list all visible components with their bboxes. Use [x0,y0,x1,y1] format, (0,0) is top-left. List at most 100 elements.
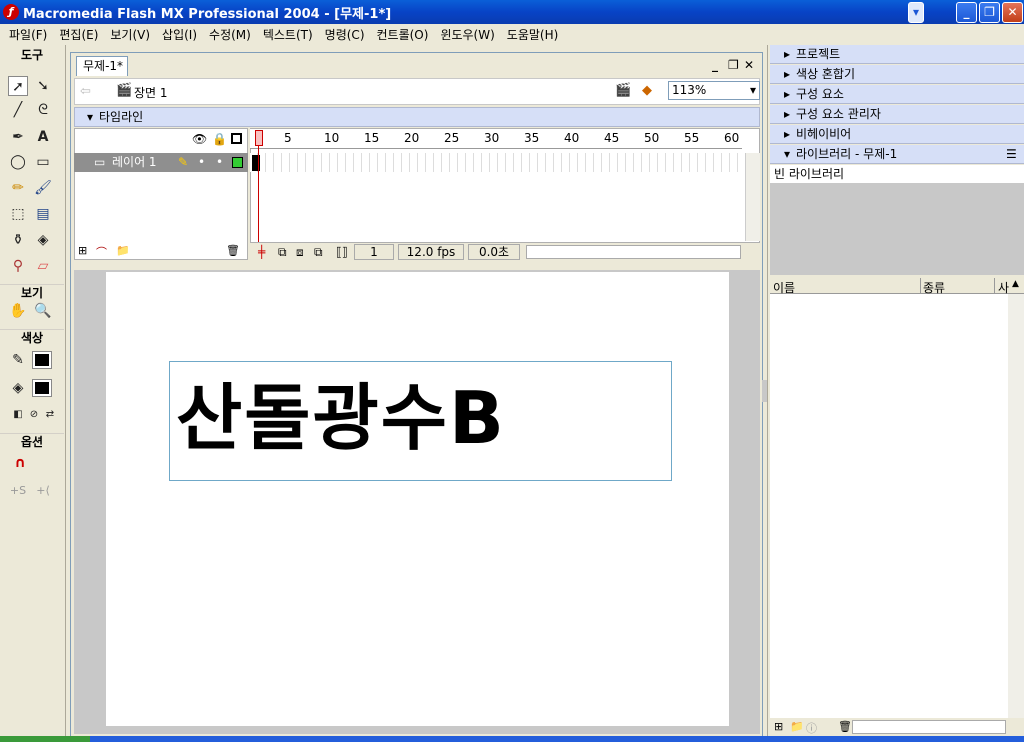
menu-edit[interactable]: 편집(E) [53,26,104,43]
layer-name: 레이어 1 [112,155,157,169]
menu-view[interactable]: 보기(V) [104,26,156,43]
library-vscroll[interactable] [1008,294,1024,718]
panel-components[interactable]: ▸ 구성 요소 [770,85,1024,104]
tools-options-label: 옵션 [0,433,64,449]
smooth-icon: +S [9,484,27,497]
menu-file[interactable]: 파일(F) [3,26,53,43]
timeline-vscroll[interactable] [745,153,760,241]
brush-tool-icon[interactable]: 🖌 [33,178,53,198]
panel-color-mixer[interactable]: ▸ 색상 혼합기 [770,65,1024,84]
frame-ruler[interactable]: 1 5 10 15 20 25 30 35 40 45 50 55 60 [250,129,742,149]
help-dropdown-icon[interactable]: ▾ [908,2,924,23]
panel-component-inspector[interactable]: ▸ 구성 요소 관리자 [770,105,1024,124]
restore-button[interactable]: ❐ [979,2,1000,23]
menu-control[interactable]: 컨트롤(O) [371,26,435,43]
timeline-header[interactable]: ▾ 타임라인 [74,107,760,127]
menu-window[interactable]: 윈도우(W) [434,26,500,43]
panel-library[interactable]: ▾ 라이브러리 - 무제-1 ☰ [770,145,1024,164]
edit-multiple-frames-icon[interactable]: ⧉ [314,245,323,260]
panel-options-menu-icon[interactable]: ☰ [1006,145,1017,164]
fill-color-swatch[interactable] [32,379,52,397]
new-folder-icon[interactable]: 📁 [790,720,804,733]
layer-row[interactable]: ▭ 레이어 1 ✎ • • [74,153,248,172]
expand-triangle-icon: ▸ [784,47,791,61]
insert-layer-icon[interactable]: ⊞ [78,244,87,257]
frame-tick: 25 [444,131,460,145]
menu-commands[interactable]: 명령(C) [319,26,371,43]
frame-rate[interactable]: 12.0 fps [398,244,464,260]
arrow-tool-icon[interactable]: ➚ [8,76,28,96]
pen-tool-icon[interactable]: ✒ [8,127,28,147]
eye-icon[interactable]: 👁 [192,132,207,146]
straighten-icon: +⟨ [36,484,50,497]
subselect-tool-icon[interactable]: ➘ [33,76,53,96]
edit-scene-icon[interactable]: 🎬 [615,83,631,98]
line-tool-icon[interactable]: ╱ [8,100,28,120]
frame-tick: 15 [364,131,380,145]
fill-color-icon: ◈ [12,380,24,396]
ink-bottle-tool-icon[interactable]: ⚱ [8,230,28,250]
col-divider [994,278,995,293]
stroke-color-swatch[interactable] [32,351,52,369]
timeline-status-bar: ╪ ⧉ ⧈ ⧉ ⟦⟧ 1 12.0 fps 0.0초 [250,242,760,261]
layer-frames[interactable] [250,153,742,172]
menu-modify[interactable]: 수정(M) [203,26,257,43]
panel-project[interactable]: ▸ 프로젝트 [770,45,1024,64]
scene-label[interactable]: 장면 1 [134,84,168,101]
menu-text[interactable]: 텍스트(T) [257,26,319,43]
fill-transform-tool-icon[interactable]: ▤ [33,204,53,224]
eyedropper-tool-icon[interactable]: ⚲ [8,256,28,276]
panel-project-label: 프로젝트 [796,47,841,61]
menu-insert[interactable]: 삽입(I) [156,26,203,43]
panel-components-label: 구성 요소 [796,87,844,101]
menu-help[interactable]: 도움말(H) [501,26,565,43]
swap-colors-icon[interactable]: ⇄ [40,405,60,425]
timeline-hscroll[interactable] [526,245,741,259]
new-symbol-icon[interactable]: ⊞ [774,720,783,733]
doc-minimize-icon[interactable]: _ [712,58,718,72]
text-tool-icon[interactable]: A [33,127,53,147]
playhead[interactable] [255,130,263,146]
free-transform-tool-icon[interactable]: ⬚ [8,204,28,224]
properties-icon[interactable]: ⓘ [806,720,817,736]
lock-icon[interactable]: 🔒 [212,132,227,146]
panel-behaviors-label: 비헤이비어 [796,127,852,141]
outline-icon[interactable] [231,133,242,144]
snap-magnet-icon[interactable]: ∩ [10,453,30,473]
paint-bucket-tool-icon[interactable]: ◈ [33,230,53,250]
library-status: 빈 라이브러리 [770,165,1024,183]
close-button[interactable]: ✕ [1002,2,1023,23]
oval-tool-icon[interactable]: ◯ [8,152,28,172]
eraser-tool-icon[interactable]: ▱ [33,256,53,276]
sort-arrow-icon[interactable]: ▲ [1012,279,1019,289]
pencil-tool-icon[interactable]: ✏ [8,178,28,198]
lock-dot-icon[interactable]: • [216,153,223,172]
document-tab[interactable]: 무제-1* [76,56,128,76]
edit-symbols-icon[interactable]: ◆ [642,83,652,98]
insert-folder-icon[interactable]: 📁 [116,244,130,257]
zoom-select[interactable]: 113% ▾ [668,81,760,100]
library-hscroll[interactable] [852,720,1006,734]
visible-dot-icon[interactable]: • [198,153,205,172]
doc-close-icon[interactable]: ✕ [744,58,754,72]
col-divider [920,278,921,293]
layer-color-box[interactable] [232,157,243,168]
stage[interactable] [106,272,729,726]
hand-tool-icon[interactable]: ✋ [8,301,28,321]
modify-onion-markers-icon[interactable]: ⟦⟧ [336,245,348,259]
onion-skin-icon[interactable]: ⧉ [278,245,287,260]
minimize-button[interactable]: _ [956,2,977,23]
rectangle-tool-icon[interactable]: ▭ [33,152,53,172]
zoom-tool-icon[interactable]: 🔍 [33,301,53,321]
doc-restore-icon[interactable]: ❐ [728,58,739,72]
delete-layer-icon[interactable]: 🗑 [226,244,240,257]
back-arrow-icon[interactable]: ⇦ [80,84,91,99]
lasso-tool-icon[interactable]: ᘓ [33,100,53,120]
panel-behaviors[interactable]: ▸ 비헤이비어 [770,125,1024,144]
center-frame-icon[interactable]: ╪ [258,245,265,259]
delete-item-icon[interactable]: 🗑 [838,720,852,733]
stage-text[interactable]: 산돌광수B [176,368,506,468]
onion-outline-icon[interactable]: ⧈ [296,245,304,260]
add-motion-guide-icon[interactable]: ⌒ [96,244,107,260]
library-list[interactable] [770,294,1008,718]
